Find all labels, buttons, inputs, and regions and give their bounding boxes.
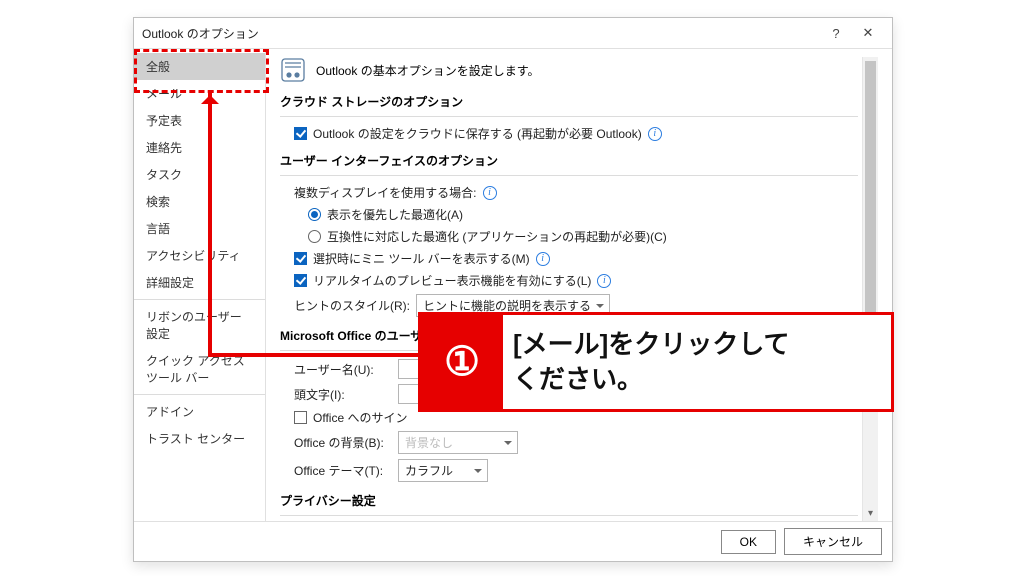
section-ui-options: ユーザー インターフェイスのオプション xyxy=(280,152,858,169)
sidebar-item-calendar[interactable]: 予定表 xyxy=(134,107,265,134)
options-dialog: Outlook のオプション ? ✕ 全般 メール 予定表 連絡先 タスク 検索… xyxy=(133,17,893,562)
select-office-background[interactable]: 背景なし xyxy=(398,431,518,454)
general-options-icon xyxy=(280,57,306,83)
label-office-background: Office の背景(B): xyxy=(294,434,390,451)
info-icon[interactable] xyxy=(648,127,662,141)
close-button[interactable]: ✕ xyxy=(852,25,884,41)
label-office-signin: Office へのサイン xyxy=(313,409,407,426)
radio-display-optimize[interactable] xyxy=(308,208,321,221)
sidebar-item-language[interactable]: 言語 xyxy=(134,215,265,242)
scrollbar-down-icon[interactable]: ▾ xyxy=(863,507,878,521)
checkbox-office-signin[interactable] xyxy=(294,411,307,424)
label-display-compat: 互換性に対応した最適化 (アプリケーションの再起動が必要)(C) xyxy=(327,228,667,245)
label-live-preview: リアルタイムのプレビュー表示機能を有効にする(L) xyxy=(313,272,591,289)
label-mini-toolbar: 選択時にミニ ツール バーを表示する(M) xyxy=(313,250,530,267)
sidebar-item-accessibility[interactable]: アクセシビリティ xyxy=(134,242,265,269)
vertical-scrollbar[interactable]: ▾ xyxy=(862,57,878,521)
section-cloud-storage: クラウド ストレージのオプション xyxy=(280,93,858,110)
sidebar-item-addins[interactable]: アドイン xyxy=(134,398,265,425)
label-multi-display: 複数ディスプレイを使用する場合: xyxy=(294,184,477,201)
select-office-theme[interactable]: カラフル xyxy=(398,459,488,482)
content-pane: Outlook の基本オプションを設定します。 クラウド ストレージのオプション… xyxy=(266,49,892,521)
sidebar-item-tasks[interactable]: タスク xyxy=(134,161,265,188)
page-heading: Outlook の基本オプションを設定します。 xyxy=(316,62,540,79)
label-cloud-save: Outlook の設定をクラウドに保存する (再起動が必要 Outlook) xyxy=(313,125,642,142)
sidebar-item-trust-center[interactable]: トラスト センター xyxy=(134,425,265,452)
sidebar-item-contacts[interactable]: 連絡先 xyxy=(134,134,265,161)
dialog-footer: OK キャンセル xyxy=(134,521,892,561)
sidebar-item-ribbon[interactable]: リボンのユーザー設定 xyxy=(134,303,265,347)
sidebar-item-mail[interactable]: メール xyxy=(134,80,265,107)
category-sidebar: 全般 メール 予定表 連絡先 タスク 検索 言語 アクセシビリティ 詳細設定 リ… xyxy=(134,49,266,521)
label-username: ユーザー名(U): xyxy=(294,361,390,378)
dialog-title: Outlook のオプション xyxy=(142,25,259,42)
ok-button[interactable]: OK xyxy=(721,530,776,554)
section-privacy: プライバシー設定 xyxy=(280,492,858,509)
sidebar-item-general[interactable]: 全般 xyxy=(134,53,265,80)
checkbox-live-preview[interactable] xyxy=(294,274,307,287)
label-hint-style: ヒントのスタイル(R): xyxy=(294,297,410,314)
info-icon[interactable] xyxy=(597,274,611,288)
label-display-optimize: 表示を優先した最適化(A) xyxy=(327,206,463,223)
annotation-step-badge: ① xyxy=(421,315,503,409)
checkbox-cloud-save[interactable] xyxy=(294,127,307,140)
checkbox-mini-toolbar[interactable] xyxy=(294,252,307,265)
radio-display-compat[interactable] xyxy=(308,230,321,243)
titlebar: Outlook のオプション ? ✕ xyxy=(134,18,892,48)
sidebar-item-advanced[interactable]: 詳細設定 xyxy=(134,269,265,296)
annotation-callout: ① [メール]をクリックして ください。 xyxy=(418,312,894,412)
scrollbar-thumb[interactable] xyxy=(865,61,876,321)
label-office-theme: Office テーマ(T): xyxy=(294,462,390,479)
info-icon[interactable] xyxy=(536,252,550,266)
help-button[interactable]: ? xyxy=(820,26,852,41)
annotation-arrowhead-icon xyxy=(201,86,219,104)
annotation-instruction-text: [メール]をクリックして ください。 xyxy=(503,327,891,397)
info-icon[interactable] xyxy=(483,186,497,200)
cancel-button[interactable]: キャンセル xyxy=(784,528,882,555)
annotation-arrow-vertical xyxy=(208,93,212,357)
label-initials: 頭文字(I): xyxy=(294,386,390,403)
sidebar-item-search[interactable]: 検索 xyxy=(134,188,265,215)
annotation-arrow-horizontal xyxy=(208,353,420,357)
